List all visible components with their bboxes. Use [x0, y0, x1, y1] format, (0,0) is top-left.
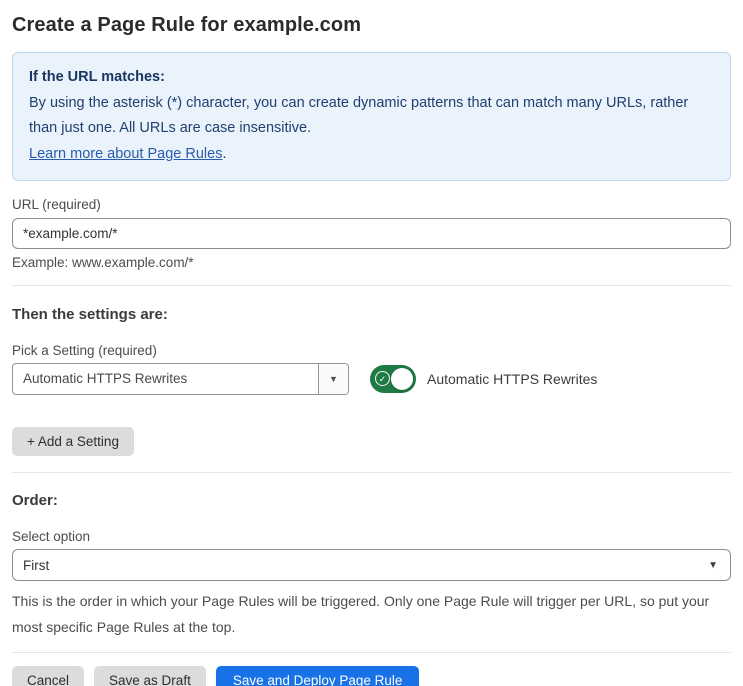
footer-actions: Cancel Save as Draft Save and Deploy Pag…: [12, 666, 731, 686]
select-chevron-icon: ▼: [708, 559, 718, 571]
create-page-rule-panel: Create a Page Rule for example.com If th…: [0, 0, 743, 686]
info-box-heading: If the URL matches:: [29, 69, 165, 85]
dropdown-arrow-icon[interactable]: ▼: [318, 364, 348, 394]
order-select-dropdown[interactable]: First ▼: [12, 549, 731, 581]
divider: [12, 652, 731, 653]
order-section-heading: Order:: [12, 492, 58, 509]
cancel-button[interactable]: Cancel: [12, 666, 85, 686]
learn-more-link[interactable]: Learn more about Page Rules: [29, 146, 222, 162]
setting-select-dropdown[interactable]: Automatic HTTPS Rewrites ▼: [12, 363, 349, 395]
order-select-label: Select option: [12, 529, 91, 544]
url-field-label: URL (required): [12, 197, 101, 212]
info-box-body: By using the asterisk (*) character, you…: [29, 94, 689, 137]
url-helper-text: Example: www.example.com/*: [12, 255, 194, 270]
setting-row: Automatic HTTPS Rewrites ▼ ✓ Automatic H…: [12, 363, 731, 395]
page-title: Create a Page Rule for example.com: [12, 14, 362, 36]
toggle-knob: [391, 368, 413, 390]
setting-toggle[interactable]: ✓: [370, 365, 416, 393]
add-setting-button[interactable]: + Add a Setting: [12, 427, 134, 456]
url-input[interactable]: [12, 218, 731, 249]
setting-select-value: Automatic HTTPS Rewrites: [23, 371, 188, 386]
check-icon: ✓: [375, 370, 390, 386]
setting-toggle-label: Automatic HTTPS Rewrites: [427, 371, 598, 387]
url-matches-info-box: If the URL matches: By using the asteris…: [12, 52, 731, 181]
info-box-link-line: Learn more about Page Rules.: [29, 142, 714, 168]
save-and-deploy-button[interactable]: Save and Deploy Page Rule: [215, 666, 420, 686]
setting-picker-label: Pick a Setting (required): [12, 343, 157, 358]
save-as-draft-button[interactable]: Save as Draft: [94, 666, 206, 686]
divider: [12, 285, 731, 286]
link-suffix: .: [222, 145, 227, 162]
order-helper-text: This is the order in which your Page Rul…: [12, 593, 710, 635]
divider: [12, 472, 731, 473]
order-select-value: First: [23, 557, 50, 573]
settings-section-heading: Then the settings are:: [12, 306, 168, 323]
